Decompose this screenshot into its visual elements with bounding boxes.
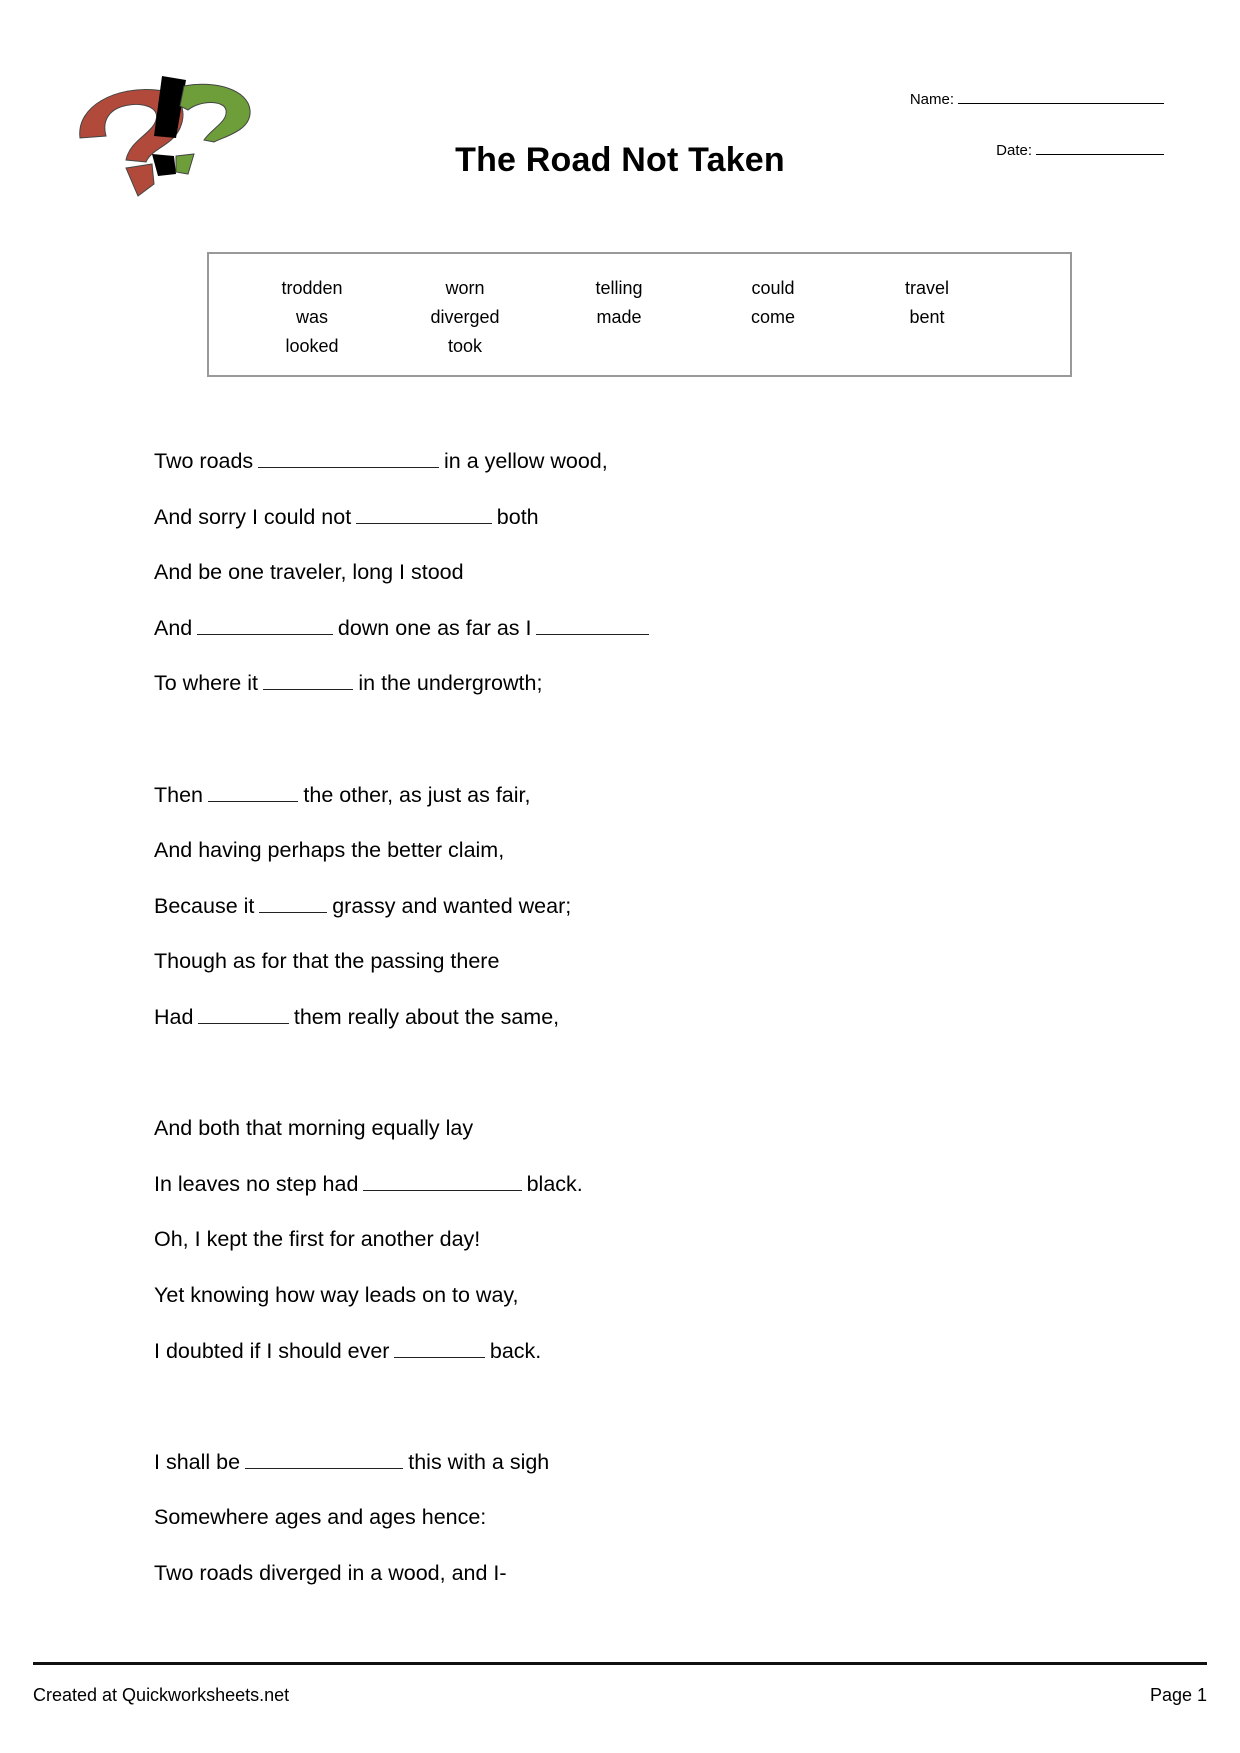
name-blank[interactable]	[958, 89, 1164, 104]
line-text: And be one traveler, long I stood	[154, 560, 464, 584]
worksheet-title: The Road Not Taken	[455, 141, 785, 179]
fill-in-blank[interactable]	[208, 783, 299, 802]
line-text: Though as for that the passing there	[154, 949, 500, 973]
line-text: Somewhere ages and ages hence:	[154, 1505, 487, 1529]
line-text: And having perhaps the better claim,	[154, 838, 505, 862]
line-text: both	[496, 505, 539, 529]
poem-line: Somewhere ages and ages hence:	[154, 1504, 486, 1530]
word-bank-word: diverged	[430, 307, 500, 327]
footer-credit: Created at Quickworksheets.net	[33, 1685, 290, 1705]
footer-divider	[33, 1662, 1207, 1665]
line-text: Oh, I kept the first for another day!	[154, 1227, 481, 1251]
fill-in-blank[interactable]	[262, 671, 354, 690]
word-bank-word: telling	[595, 278, 643, 298]
word-bank-word: took	[447, 336, 483, 356]
page-number: Page 1	[1149, 1685, 1207, 1705]
line-text: And sorry I could not	[154, 505, 352, 529]
green-question-mark-shape	[179, 83, 251, 143]
poem-line: And down one as far as I	[154, 615, 654, 641]
word-bank-word: trodden	[281, 278, 343, 298]
line-text: Had	[154, 1005, 194, 1029]
poem-line: Then the other, as just as fair,	[154, 782, 530, 808]
word-bank-word: worn	[445, 278, 485, 298]
word-bank-word: looked	[285, 336, 339, 356]
line-text: in a yellow wood,	[443, 449, 608, 473]
word-bank-word: bent	[909, 307, 945, 327]
word-bank: trodden was looked worn diverged took telling m…	[207, 252, 1072, 377]
line-text: In leaves no step had	[154, 1172, 359, 1196]
poem-line: Oh, I kept the first for another day!	[154, 1226, 480, 1252]
poem-line: Because it grassy and wanted wear;	[154, 893, 571, 919]
poem-line: Two roads in a yellow wood,	[154, 448, 608, 474]
name-label: Name:	[909, 91, 954, 108]
name-field[interactable]: Name:	[910, 89, 1164, 108]
line-text: black.	[526, 1172, 583, 1196]
fill-in-blank[interactable]	[258, 449, 439, 468]
line-text: I doubted if I should ever	[154, 1339, 390, 1363]
poem-line: I doubted if I should ever back.	[154, 1338, 541, 1364]
line-text: To where it	[154, 671, 258, 695]
fill-in-blank[interactable]	[536, 616, 650, 635]
fill-in-blank[interactable]	[245, 1450, 404, 1469]
word-bank-word: travel	[904, 278, 949, 298]
poem-line: And sorry I could not both	[154, 504, 539, 530]
word-bank-word: was	[295, 307, 328, 327]
fill-in-blank[interactable]	[394, 1339, 485, 1358]
word-bank-column: worn diverged took	[385, 274, 545, 361]
line-text: And	[154, 616, 193, 640]
poem-line: And be one traveler, long I stood	[154, 559, 464, 585]
word-bank-word: could	[751, 278, 795, 298]
poem-line: In leaves no step had black.	[154, 1171, 583, 1197]
line-text: And both that morning equally lay	[154, 1116, 474, 1140]
poem-line: Two roads diverged in a wood, and I-	[154, 1560, 507, 1586]
line-text: Two roads	[154, 449, 254, 473]
poem-line: Though as for that the passing there	[154, 948, 499, 974]
line-text: back.	[489, 1339, 542, 1363]
line-text: Yet knowing how way leads on to way,	[154, 1283, 519, 1307]
line-text: Then	[154, 783, 204, 807]
line-text: down one as far as I	[337, 616, 532, 640]
line-text: I shall be	[154, 1450, 241, 1474]
line-text: them really about the same,	[293, 1005, 560, 1029]
poem-line: And having perhaps the better claim,	[154, 837, 504, 863]
fill-in-blank[interactable]	[363, 1172, 522, 1191]
line-text: the other, as just as fair,	[303, 783, 531, 807]
line-text: grassy and wanted wear;	[332, 894, 572, 918]
poem-line: Yet knowing how way leads on to way,	[154, 1282, 519, 1308]
word-bank-column: telling made	[539, 274, 699, 332]
fill-in-blank[interactable]	[356, 505, 492, 524]
word-bank-column: could come	[693, 274, 853, 332]
word-bank-column: trodden was looked	[232, 274, 392, 361]
fill-in-blank[interactable]	[197, 616, 333, 635]
word-bank-word: made	[596, 307, 642, 327]
word-bank-column: travel bent	[847, 274, 1007, 332]
line-text: in the undergrowth;	[358, 671, 543, 695]
line-text: Because it	[154, 894, 255, 918]
fill-in-blank[interactable]	[198, 1005, 289, 1024]
line-text: Two roads diverged in a wood, and I-	[154, 1561, 507, 1585]
poem-line: Had them really about the same,	[154, 1004, 559, 1030]
word-bank-word: come	[750, 307, 795, 327]
line-text: this with a sigh	[408, 1450, 550, 1474]
poem-line: To where it in the undergrowth;	[154, 670, 542, 696]
poem-line: And both that morning equally lay	[154, 1115, 473, 1141]
poem-line: I shall be this with a sigh	[154, 1449, 549, 1475]
fill-in-blank[interactable]	[259, 894, 328, 913]
